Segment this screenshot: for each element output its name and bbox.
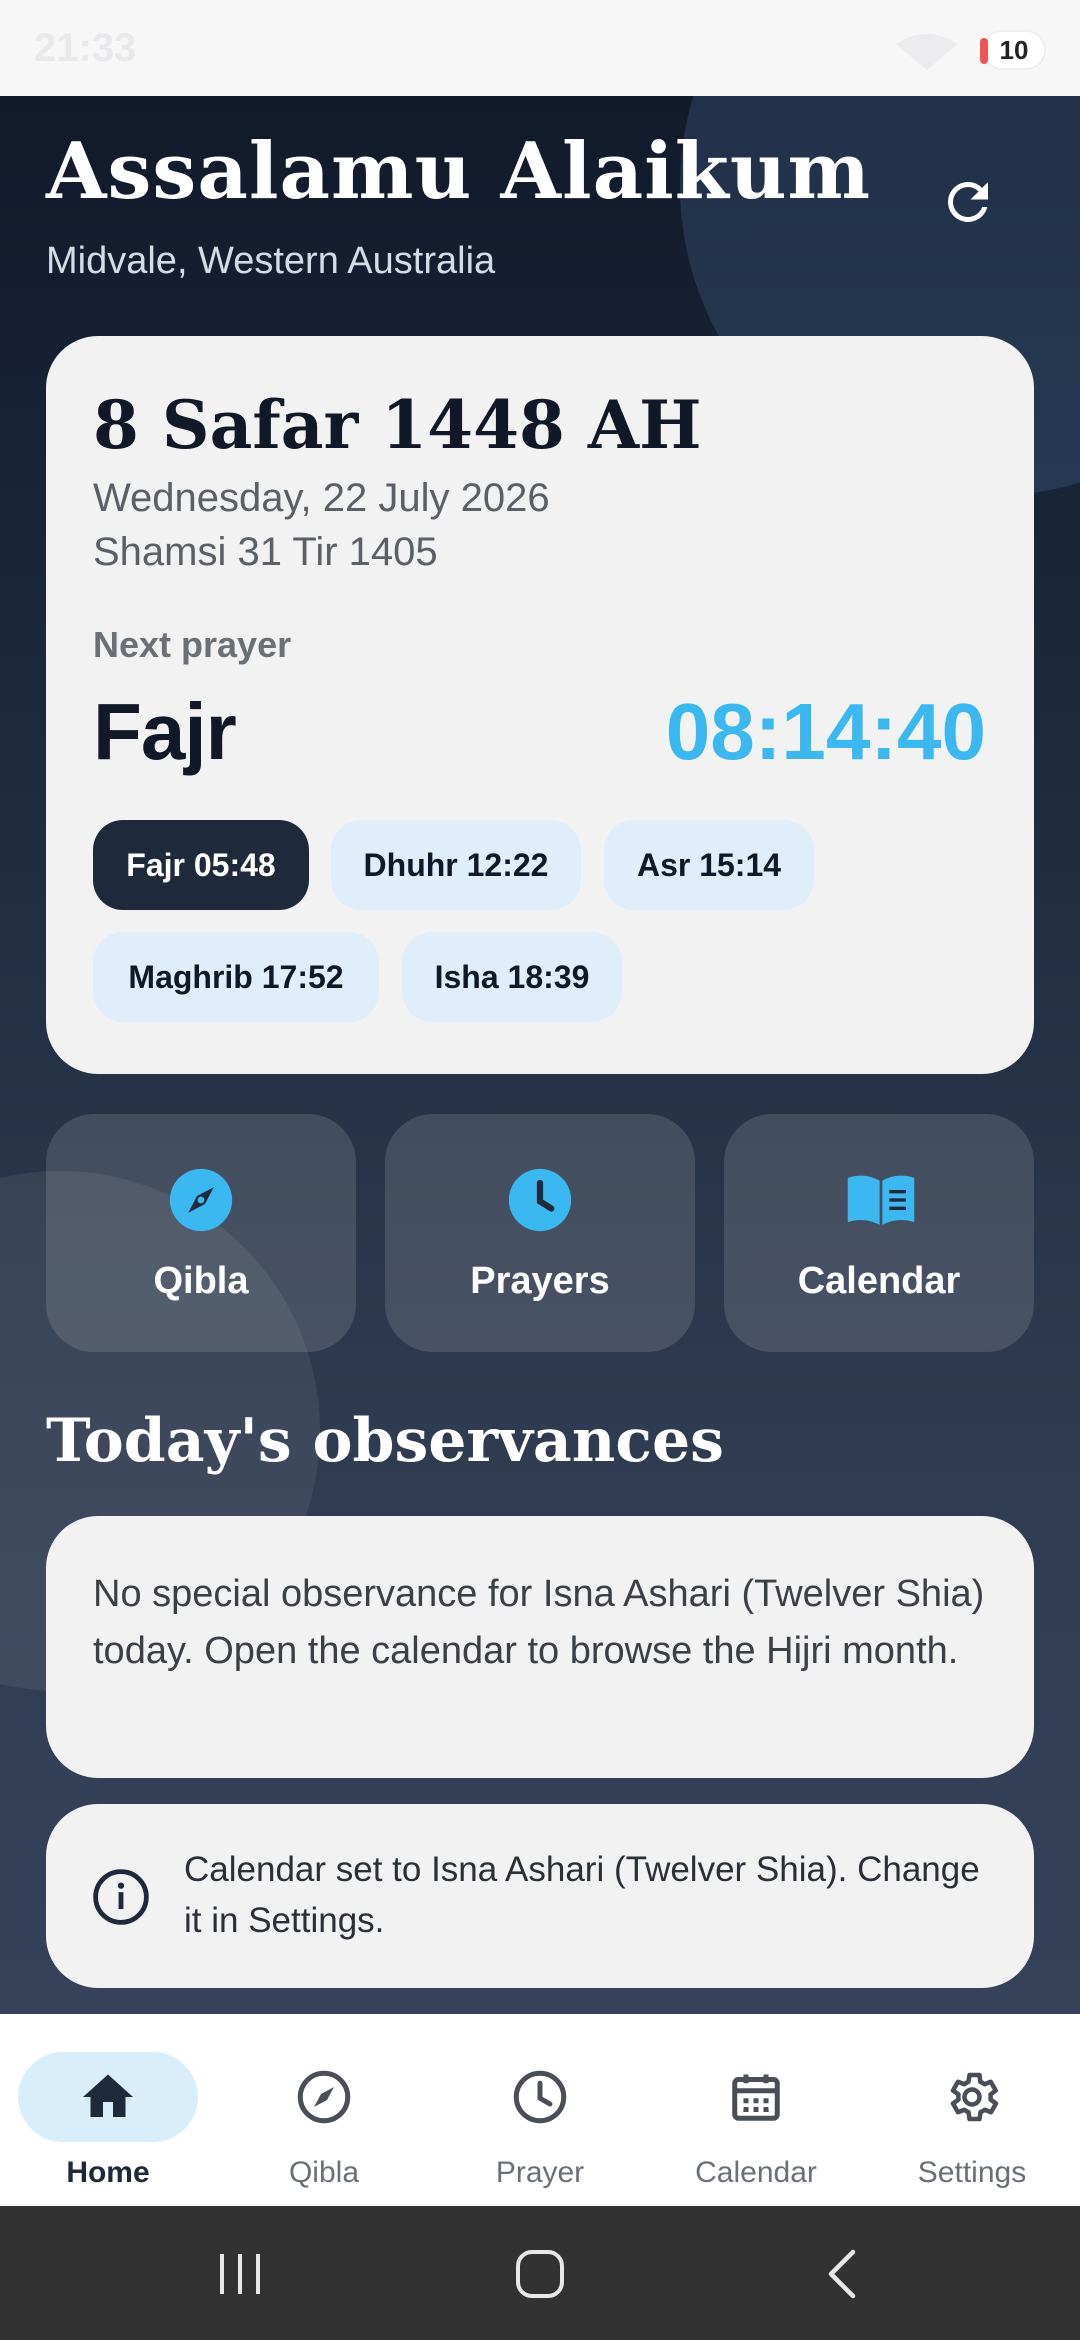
refresh-icon[interactable] xyxy=(938,172,998,232)
nav-home[interactable]: Home xyxy=(0,2036,216,2196)
compass-icon xyxy=(294,2067,354,2127)
prayers-tile[interactable]: Prayers xyxy=(385,1114,695,1352)
prayers-tile-label: Prayers xyxy=(470,1260,610,1302)
nav-settings-label: Settings xyxy=(917,2156,1027,2189)
calendar-icon xyxy=(726,2067,786,2127)
greeting-title: Assalamu Alaikum xyxy=(46,126,872,217)
nav-prayer[interactable]: Prayer xyxy=(432,2036,648,2196)
bottom-navigation: Home Qibla Prayer Calendar Settings xyxy=(0,2014,1080,2206)
observance-message: No special observance for Isna Ashari (T… xyxy=(93,1573,985,1672)
wifi-icon xyxy=(892,30,962,70)
prayer-chip-asr[interactable]: Asr 15:14 xyxy=(604,820,814,910)
calendar-tile[interactable]: Calendar xyxy=(724,1114,1034,1352)
nav-settings[interactable]: Settings xyxy=(864,2036,1080,2196)
prayer-chip-isha[interactable]: Isha 18:39 xyxy=(402,932,622,1022)
nav-qibla-label: Qibla xyxy=(288,2156,360,2189)
nav-prayer-label: Prayer xyxy=(495,2156,585,2189)
home-button-icon[interactable] xyxy=(510,2246,570,2302)
home-icon xyxy=(78,2067,138,2127)
shamsi-date: Shamsi 31 Tir 1405 xyxy=(93,530,438,574)
home-screen: Assalamu Alaikum Midvale, Western Austra… xyxy=(0,96,1080,2014)
nav-home-label: Home xyxy=(66,2156,150,2189)
next-prayer-name: Fajr xyxy=(93,687,237,776)
gregorian-date: Wednesday, 22 July 2026 xyxy=(93,476,550,520)
calendar-info-card: Calendar set to Isna Ashari (Twelver Shi… xyxy=(46,1804,1034,1988)
calendar-tile-label: Calendar xyxy=(797,1260,961,1302)
clock-icon xyxy=(506,1166,574,1234)
nav-qibla[interactable]: Qibla xyxy=(216,2036,432,2196)
qibla-tile-label: Qibla xyxy=(153,1260,249,1302)
compass-icon xyxy=(167,1166,235,1234)
prayer-chip-fajr[interactable]: Fajr 05:48 xyxy=(93,820,309,910)
status-time: 21:33 xyxy=(34,26,137,70)
observance-card: No special observance for Isna Ashari (T… xyxy=(46,1516,1034,1778)
date-card: 8 Safar 1448 AH Wednesday, 22 July 2026 … xyxy=(46,336,1034,1074)
prayer-chip-dhuhr[interactable]: Dhuhr 12:22 xyxy=(331,820,581,910)
recent-apps-icon[interactable] xyxy=(210,2246,270,2302)
battery-indicator: 10 xyxy=(980,30,1046,70)
nav-calendar-label: Calendar xyxy=(695,2156,817,2189)
status-bar: 21:33 10 xyxy=(0,0,1080,96)
next-prayer-label: Next prayer xyxy=(93,624,292,665)
back-icon[interactable] xyxy=(815,2246,875,2302)
location-text: Midvale, Western Australia xyxy=(46,240,496,282)
nav-calendar[interactable]: Calendar xyxy=(648,2036,864,2196)
prayer-chip-maghrib[interactable]: Maghrib 17:52 xyxy=(93,932,379,1022)
calendar-info-message: Calendar set to Isna Ashari (Twelver Shi… xyxy=(184,1850,980,1940)
qibla-tile[interactable]: Qibla xyxy=(46,1114,356,1352)
gear-icon xyxy=(942,2067,1002,2127)
system-navigation-bar xyxy=(0,2206,1080,2340)
info-icon xyxy=(92,1868,150,1926)
observances-heading: Today's observances xyxy=(46,1406,724,1476)
hijri-date: 8 Safar 1448 AH xyxy=(93,386,702,464)
next-prayer-countdown: 08:14:40 xyxy=(665,687,986,776)
clock-icon xyxy=(510,2067,570,2127)
book-icon xyxy=(845,1166,915,1234)
